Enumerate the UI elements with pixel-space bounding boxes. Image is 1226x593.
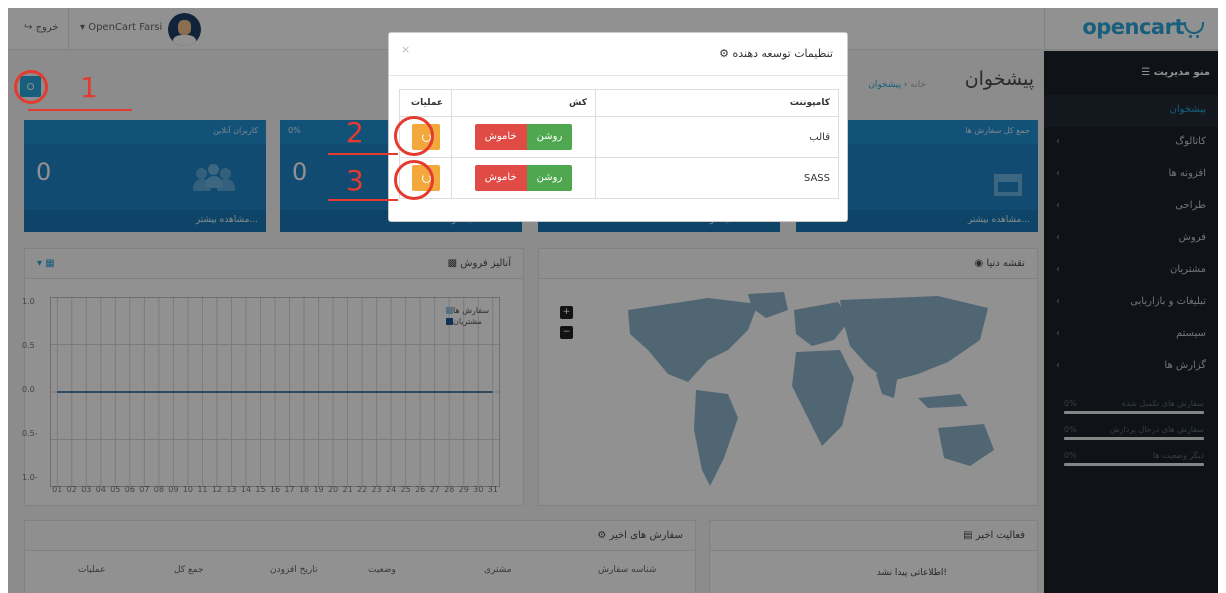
modal-title: ⚙ تنظیمات توسعه دهنده — [719, 47, 833, 60]
column-header: کش — [451, 89, 596, 117]
table-header-row: عملیات کش کامپوننت — [399, 89, 839, 117]
cache-off-button[interactable]: خاموش — [474, 165, 527, 191]
modal-title-text: تنظیمات توسعه دهنده — [732, 47, 833, 60]
divider — [389, 75, 847, 76]
annotation-circle — [394, 116, 434, 156]
cache-toggle-group: خاموش روشن — [474, 165, 573, 191]
cache-cell: خاموش روشن — [451, 157, 596, 199]
component-cell: SASS — [595, 157, 839, 199]
component-cell: قالب — [595, 116, 839, 158]
annotation-number: 2 — [346, 116, 364, 149]
cache-cell: خاموش روشن — [451, 116, 596, 158]
developer-settings-table: عملیات کش کامپوننت خاموش روشن قالب خاموش ر… — [399, 89, 839, 199]
cache-off-button[interactable]: خاموش — [474, 124, 527, 150]
column-header: کامپوننت — [595, 89, 839, 117]
annotation-underline — [28, 109, 132, 111]
annotation-underline — [328, 153, 398, 155]
close-icon[interactable]: × — [401, 43, 410, 56]
cache-on-button[interactable]: روشن — [526, 165, 573, 191]
annotation-number: 3 — [346, 164, 364, 197]
annotation-underline — [328, 199, 398, 201]
developer-settings-modal: × ⚙ تنظیمات توسعه دهنده عملیات کش کامپون… — [388, 32, 848, 222]
admin-screen: ↪ خروج ▾ OpenCart Farsi opencart ☰ منو م… — [8, 8, 1218, 593]
annotation-number: 1 — [80, 71, 98, 104]
cache-toggle-group: خاموش روشن — [474, 124, 573, 150]
column-header: عملیات — [399, 89, 452, 117]
cache-on-button[interactable]: روشن — [526, 124, 573, 150]
annotation-circle — [14, 70, 48, 104]
table-row: خاموش روشن SASS — [399, 157, 839, 199]
annotation-circle — [394, 160, 434, 200]
table-row: خاموش روشن قالب — [399, 116, 839, 158]
